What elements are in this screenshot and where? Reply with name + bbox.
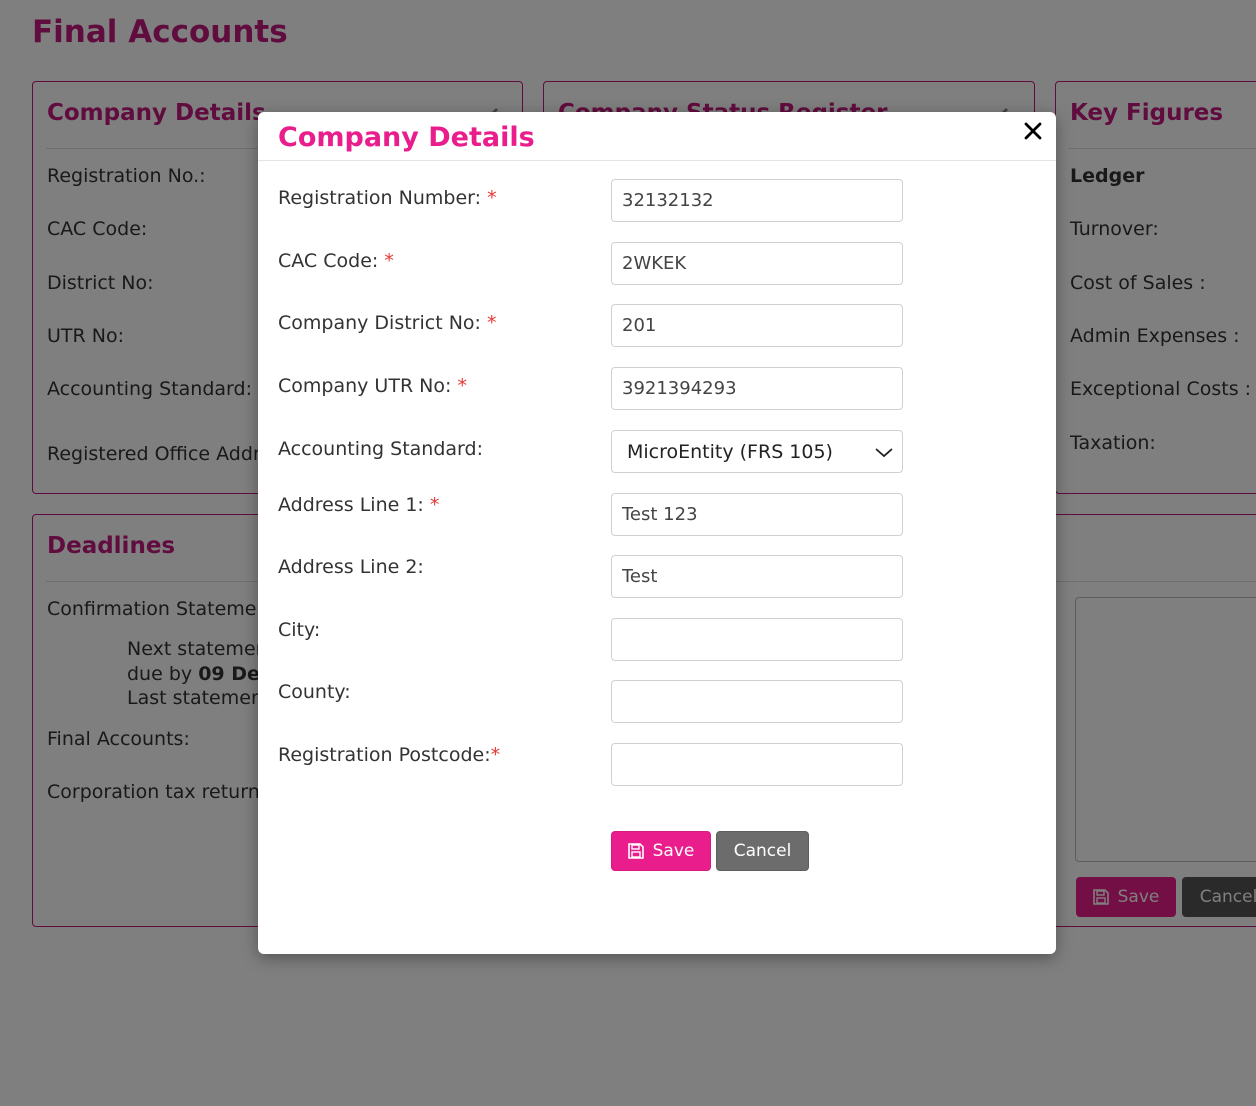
district-no-input[interactable] <box>611 304 903 347</box>
required-marker: * <box>487 187 497 209</box>
field-label-text: Accounting Standard: <box>278 438 483 460</box>
modal-title: Company Details <box>278 122 535 153</box>
county-input[interactable] <box>611 680 903 723</box>
required-marker: * <box>384 250 394 272</box>
registration-postcode-input[interactable] <box>611 743 903 786</box>
floppy-disk-icon <box>627 843 644 859</box>
field-label-text: County: <box>278 681 351 703</box>
accounting-standard-select[interactable]: MicroEntity (FRS 105) <box>611 430 903 473</box>
required-marker: * <box>490 744 501 766</box>
cac-code-input[interactable] <box>611 242 903 285</box>
field-label-text: City: <box>278 619 321 641</box>
address-line-1-input[interactable] <box>611 493 903 536</box>
required-marker: * <box>457 375 467 397</box>
registration-number-label: Registration Number: * <box>278 187 497 209</box>
required-marker: * <box>487 312 497 334</box>
county-label: County: <box>278 681 351 703</box>
address-line-2-input[interactable] <box>611 555 903 598</box>
city-input[interactable] <box>611 618 903 661</box>
district-no-label: Company District No: * <box>278 312 497 334</box>
select-value: MicroEntity (FRS 105) <box>627 440 833 463</box>
field-label-text: Address Line 2: <box>278 556 424 578</box>
field-label-text: Address Line 1: <box>278 494 424 516</box>
required-marker: * <box>429 494 440 516</box>
modal-divider <box>258 160 1056 161</box>
utr-no-input[interactable] <box>611 367 903 410</box>
cac-code-label: CAC Code: * <box>278 250 394 272</box>
field-label-text: CAC Code: <box>278 250 379 272</box>
chevron-down-icon <box>875 448 893 458</box>
cancel-label: Cancel <box>733 841 792 861</box>
company-details-modal: Company Details Registration Number: * C… <box>258 112 1056 954</box>
accounting-standard-label: Accounting Standard: <box>278 438 483 460</box>
address-line-1-label: Address Line 1: * <box>278 494 439 516</box>
field-label-text: Registration Number: <box>278 187 482 209</box>
close-button[interactable] <box>1018 116 1048 146</box>
close-icon <box>1024 122 1042 140</box>
field-label-text: Company District No: <box>278 312 481 334</box>
save-label: Save <box>652 841 695 861</box>
city-label: City: <box>278 619 320 641</box>
utr-no-label: Company UTR No: * <box>278 375 467 397</box>
field-label-text: Registration Postcode: <box>278 744 491 766</box>
cancel-button[interactable]: Cancel <box>716 831 809 871</box>
registration-postcode-label: Registration Postcode:* <box>278 744 500 766</box>
registration-number-input[interactable] <box>611 179 903 222</box>
field-label-text: Company UTR No: <box>278 375 452 397</box>
address-line-2-label: Address Line 2: <box>278 556 424 578</box>
save-button[interactable]: Save <box>611 831 711 871</box>
